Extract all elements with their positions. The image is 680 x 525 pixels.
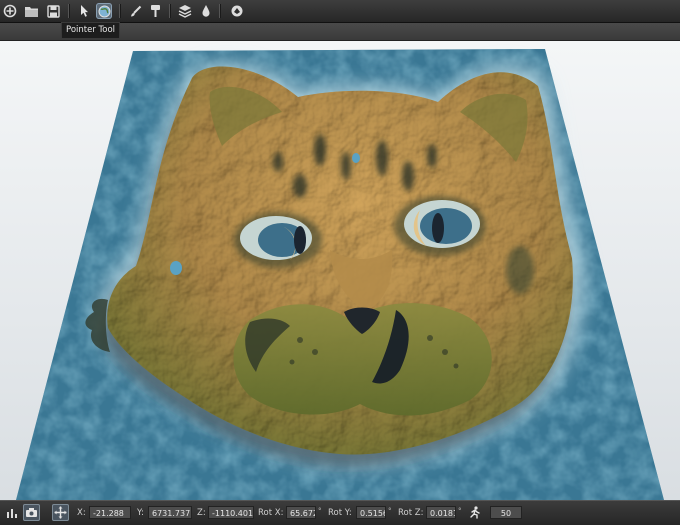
z-coordinate-field[interactable]: -1110.401	[208, 506, 254, 519]
camera-speed-field[interactable]: 50	[490, 506, 522, 519]
toolbar-separator	[119, 4, 120, 18]
toolbar-separator	[219, 4, 220, 18]
rot-y-field[interactable]: 0.5156	[356, 506, 386, 519]
rot-z-degree: °	[458, 507, 462, 515]
running-man-icon[interactable]	[466, 504, 483, 521]
tooltip: Pointer Tool	[61, 22, 121, 39]
rot-x-degree: °	[318, 507, 322, 515]
render-icon[interactable]	[229, 3, 245, 19]
rot-y-label: Rot Y:	[328, 508, 352, 518]
save-icon[interactable]	[45, 3, 61, 19]
water-drop-icon[interactable]	[198, 3, 214, 19]
terrain-scene	[16, 49, 664, 500]
rot-y-degree: °	[388, 507, 392, 515]
toolbar-separator	[169, 4, 170, 18]
rot-x-label: Rot X:	[258, 508, 284, 518]
rot-x-field[interactable]: 65.672	[286, 506, 316, 519]
flatten-tool-icon[interactable]	[147, 3, 163, 19]
y-coordinate-field[interactable]: 6731.737	[148, 506, 192, 519]
stats-icon[interactable]	[3, 504, 20, 521]
new-scene-icon[interactable]	[2, 3, 18, 19]
rot-z-label: Rot Z:	[398, 508, 424, 518]
z-label: Z:	[197, 508, 206, 518]
terrain-viewport[interactable]	[0, 41, 680, 500]
main-toolbar	[0, 0, 680, 23]
y-label: Y:	[137, 508, 144, 518]
move-crosshair-icon[interactable]	[52, 504, 69, 521]
status-bar: X: -21.288 Y: 6731.737 Z: -1110.401 Rot …	[0, 500, 680, 525]
x-coordinate-field[interactable]: -21.288	[89, 506, 131, 519]
pointer-tool-icon[interactable]	[76, 3, 92, 19]
rot-z-field[interactable]: 0.0181	[426, 506, 456, 519]
open-folder-icon[interactable]	[23, 3, 39, 19]
toolbar-separator	[68, 4, 69, 18]
layers-icon[interactable]	[177, 3, 193, 19]
paint-brush-icon[interactable]	[127, 3, 143, 19]
right-eye	[394, 196, 486, 256]
left-eye	[234, 212, 322, 268]
x-label: X:	[77, 508, 86, 518]
globe-icon[interactable]	[96, 3, 112, 19]
camera-icon[interactable]	[23, 504, 40, 521]
